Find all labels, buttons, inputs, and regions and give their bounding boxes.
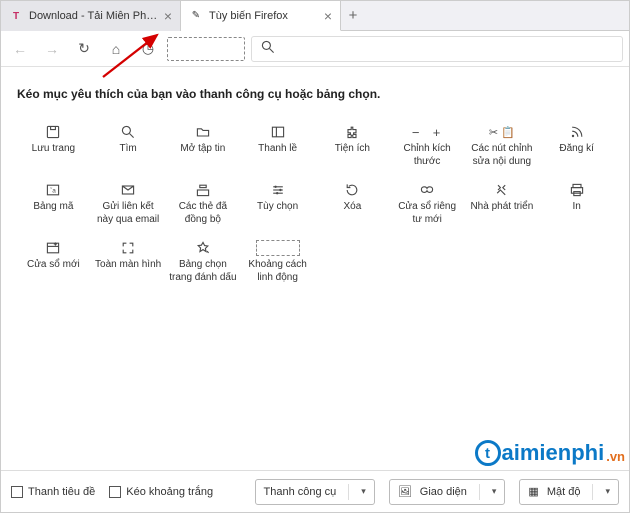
home-button[interactable]: ⌂ [103, 36, 129, 62]
bookmarks-menu-icon [195, 237, 211, 259]
item-zoom[interactable]: − + Chỉnh kích thước [391, 117, 464, 173]
print-icon [569, 179, 585, 201]
forward-button[interactable]: → [39, 36, 65, 62]
back-button[interactable]: ← [7, 36, 33, 62]
watermark-ring-icon: t [475, 440, 501, 466]
tab-download[interactable]: T Download - Tải Miễn Phí VN - C × [1, 1, 181, 31]
nav-toolbar: ← → ↻ ⌂ ◷ [1, 31, 629, 67]
flexible-space-icon [256, 237, 300, 259]
density-icon: ▦ [528, 485, 538, 498]
themes-icon: 🖼 [398, 485, 412, 498]
item-preferences[interactable]: Tùy chọn [241, 175, 314, 231]
checkbox-icon [11, 486, 23, 498]
checkbox-icon [109, 486, 121, 498]
urlbar-placeholder[interactable] [167, 37, 245, 61]
chevron-down-icon: ▾ [361, 486, 366, 497]
item-save-page[interactable]: Lưu trang [17, 117, 90, 173]
tab-title: Download - Tải Miễn Phí VN - C [29, 10, 158, 22]
preferences-icon [270, 179, 286, 201]
search-icon [260, 39, 276, 58]
item-addons[interactable]: Tiện ích [316, 117, 389, 173]
themes-dropdown[interactable]: 🖼 Giao diện ▾ [389, 479, 506, 505]
item-edit-controls[interactable]: ✂ 📋 Các nút chỉnh sửa nội dung [466, 117, 539, 173]
watermark: t aimienphi .vn [475, 440, 625, 466]
new-tab-button[interactable]: + [341, 1, 365, 30]
item-synced-tabs[interactable]: Các thẻ đã đồng bộ [167, 175, 240, 231]
private-window-icon [419, 179, 435, 201]
item-email-link[interactable]: Gửi liên kết này qua email [92, 175, 165, 231]
watermark-tld: .vn [606, 449, 625, 464]
find-icon [120, 121, 136, 143]
fullscreen-icon [120, 237, 136, 259]
item-open-file[interactable]: Mở tập tin [167, 117, 240, 173]
tab-customize[interactable]: ✎ Tùy biến Firefox × [181, 1, 341, 31]
rss-icon [569, 121, 585, 143]
chevron-down-icon: ▾ [605, 486, 610, 497]
density-dropdown[interactable]: ▦ Mật độ ▾ [519, 479, 619, 505]
zoom-icon: − + [412, 121, 442, 143]
developer-icon [494, 179, 510, 201]
site-favicon-icon: T [9, 9, 23, 23]
customize-grid: Lưu trang Tìm Mở tập tin Thanh lề Tiện í… [17, 117, 613, 289]
tab-title: Tùy biến Firefox [209, 10, 318, 22]
email-icon [120, 179, 136, 201]
tab-strip: T Download - Tải Miễn Phí VN - C × ✎ Tùy… [1, 1, 629, 31]
close-icon[interactable]: × [324, 9, 332, 23]
paintbrush-icon: ✎ [189, 9, 203, 23]
item-private-window[interactable]: Cửa sổ riêng tư mới [391, 175, 464, 231]
instruction-text: Kéo mục yêu thích của bạn vào thanh công… [17, 87, 613, 101]
titlebar-checkbox[interactable]: Thanh tiêu đề [11, 486, 95, 498]
item-bookmarks-menu[interactable]: Bảng chọn trang đánh dấu [167, 233, 240, 289]
sidebars-icon [270, 121, 286, 143]
item-find[interactable]: Tìm [92, 117, 165, 173]
item-subscribe[interactable]: Đăng kí [540, 117, 613, 173]
reload-button[interactable]: ↻ [71, 36, 97, 62]
toolbars-dropdown[interactable]: Thanh công cụ ▾ [255, 479, 375, 505]
open-file-icon [195, 121, 211, 143]
forget-icon [344, 179, 360, 201]
history-button[interactable]: ◷ [135, 36, 161, 62]
item-encoding[interactable]: ˇa Bảng mã [17, 175, 90, 231]
search-box[interactable] [251, 36, 623, 62]
edit-controls-icon: ✂ 📋 [489, 121, 515, 143]
close-icon[interactable]: × [164, 9, 172, 23]
item-print[interactable]: In [540, 175, 613, 231]
chevron-down-icon: ▾ [492, 486, 497, 497]
watermark-text: aimienphi [502, 440, 605, 466]
item-flexible-space[interactable]: Khoảng cách linh động [241, 233, 314, 289]
addons-icon [344, 121, 360, 143]
save-page-icon [45, 121, 61, 143]
new-window-icon [45, 237, 61, 259]
svg-text:ˇa: ˇa [51, 187, 57, 194]
item-new-window[interactable]: Cửa sổ mới [17, 233, 90, 289]
item-fullscreen[interactable]: Toàn màn hình [92, 233, 165, 289]
item-developer[interactable]: Nhà phát triển [466, 175, 539, 231]
dragspace-checkbox[interactable]: Kéo khoảng trắng [109, 486, 213, 498]
item-sidebars[interactable]: Thanh lề [241, 117, 314, 173]
encoding-icon: ˇa [45, 179, 61, 201]
item-forget[interactable]: Xóa [316, 175, 389, 231]
bottom-bar: Thanh tiêu đề Kéo khoảng trắng Thanh côn… [1, 470, 629, 512]
synced-tabs-icon [195, 179, 211, 201]
customize-panel: Kéo mục yêu thích của bạn vào thanh công… [1, 67, 629, 289]
